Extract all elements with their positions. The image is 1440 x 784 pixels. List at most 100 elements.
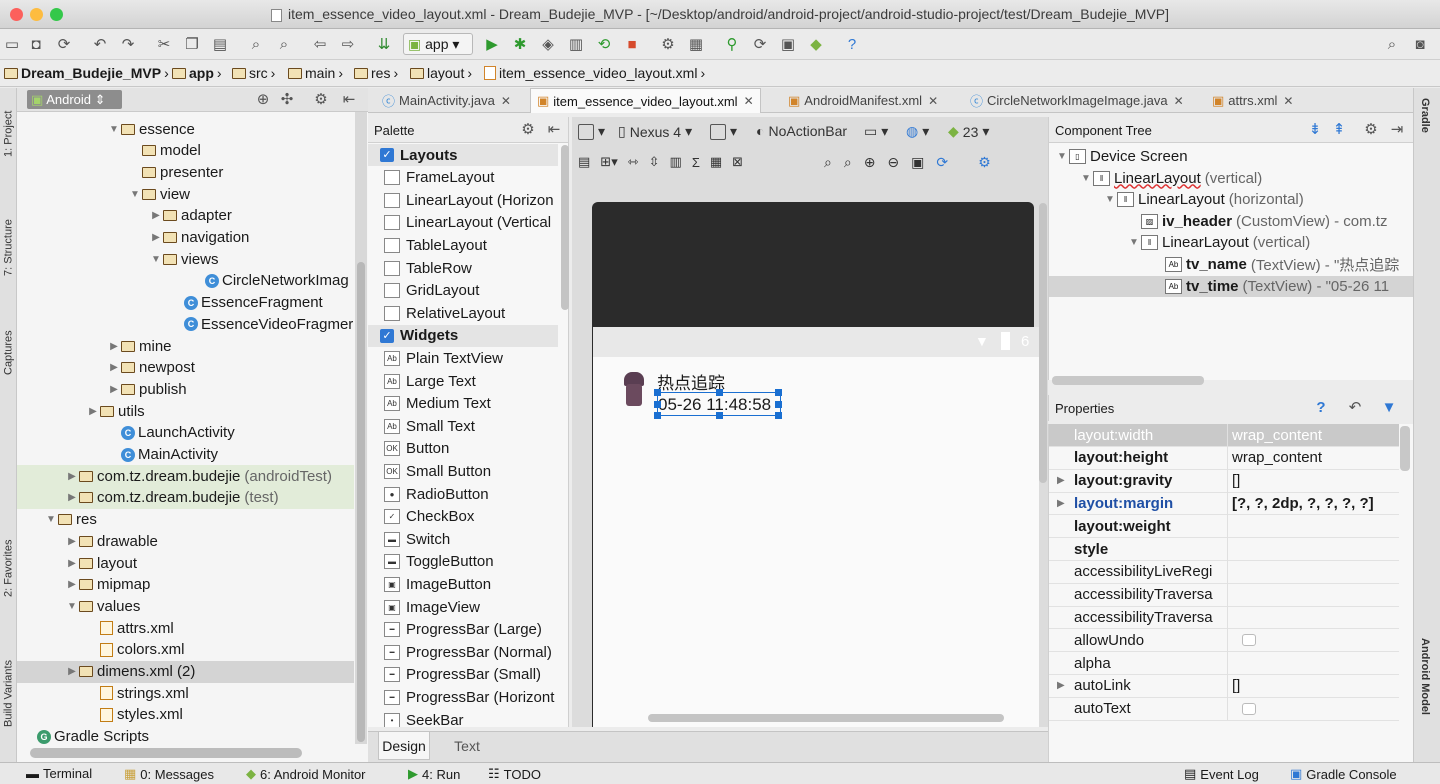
chevron-right-icon[interactable]: ▶ <box>65 471 79 482</box>
tree-item[interactable]: ▼ essence <box>17 118 354 140</box>
search-everywhere-icon[interactable]: ⌕ <box>1382 34 1402 54</box>
tree-item[interactable]: C EssenceVideoFragmer <box>17 313 354 335</box>
tree-item[interactable]: colors.xml <box>17 639 354 661</box>
palette-item[interactable]: ▣ ImageView <box>368 596 558 618</box>
property-value[interactable] <box>1227 697 1399 721</box>
run-icon[interactable]: ▶ <box>482 34 502 54</box>
tree-item[interactable]: ▶ mipmap <box>17 574 354 596</box>
property-value[interactable] <box>1227 537 1399 561</box>
tree-item[interactable]: model <box>17 140 354 162</box>
palette-item[interactable]: ━ ProgressBar (Horizont <box>368 686 558 708</box>
save-icon[interactable]: ◘ <box>26 34 46 54</box>
tree-item[interactable]: ▼ view <box>17 183 354 205</box>
avd-manager-icon[interactable]: ⚲ <box>722 34 742 54</box>
property-value[interactable] <box>1227 514 1399 538</box>
palette-item[interactable]: LinearLayout (Horizon <box>368 189 558 211</box>
paste-icon[interactable]: ▤ <box>210 34 230 54</box>
forward-icon[interactable]: ⇨ <box>338 34 358 54</box>
filter-icon[interactable]: ▼ <box>1379 397 1399 417</box>
property-value[interactable]: [?, ?, 2dp, ?, ?, ?, ?] <box>1227 491 1399 515</box>
chevron-right-icon[interactable]: ▶ <box>107 384 121 395</box>
chevron-right-icon[interactable]: ▶ <box>65 492 79 503</box>
tree-item[interactable]: C LaunchActivity <box>17 422 354 444</box>
zoom-in-icon[interactable]: ⊕ <box>864 154 876 171</box>
chevron-down-icon[interactable]: ▼ <box>44 514 58 525</box>
copy-icon[interactable]: ❐ <box>182 34 202 54</box>
event-log-button[interactable]: ▤ Event Log <box>1184 766 1259 782</box>
replace-icon[interactable]: ⌕ <box>274 34 294 54</box>
chevron-down-icon[interactable]: ▼ <box>1103 194 1117 205</box>
property-row[interactable]: ▶ layout:margin [?, ?, 2dp, ?, ?, ?, ?] <box>1049 491 1399 516</box>
tab-captures[interactable]: Captures <box>0 313 17 393</box>
run-button[interactable]: ▶ 4: Run <box>408 766 460 782</box>
breadcrumb-item-app[interactable]: app › <box>172 65 222 81</box>
palette-item[interactable]: TableLayout <box>368 234 558 256</box>
component-tree-node[interactable]: Ab tv_time (TextView) - "05-26 11 <box>1049 275 1413 297</box>
screenshot-icon[interactable]: ▣ <box>911 154 924 171</box>
cut-icon[interactable]: ✂ <box>154 34 174 54</box>
palette-item[interactable]: TableRow <box>368 257 558 279</box>
palette-item[interactable]: RelativeLayout <box>368 302 558 324</box>
tree-item[interactable]: ▶ navigation <box>17 227 354 249</box>
palette-group[interactable]: ✓ Layouts <box>368 144 558 166</box>
chevron-right-icon[interactable]: ▶ <box>65 666 79 677</box>
palette-item[interactable]: FrameLayout <box>368 167 558 189</box>
palette-item[interactable]: Ab Medium Text <box>368 393 558 415</box>
tree-item[interactable]: styles.xml <box>17 704 354 726</box>
resize-handle[interactable] <box>775 401 782 408</box>
layout-toggle-icon[interactable]: ▤ <box>578 154 590 170</box>
editor-tab[interactable]: ⓒ MainActivity.java ✕ <box>376 88 517 113</box>
editor-tab[interactable]: ⓒ CircleNetworkImageImage.java ✕ <box>964 88 1190 113</box>
canvas-vscrollbar[interactable] <box>1039 203 1047 483</box>
property-row[interactable]: ▶ layout:gravity [] <box>1049 469 1399 493</box>
preview-header-avatar[interactable] <box>621 372 647 412</box>
property-row[interactable]: layout:height wrap_content <box>1049 446 1399 470</box>
palette-scrollbar[interactable] <box>561 145 569 310</box>
tree-item[interactable]: ▶ com.tz.dream.budejie (androidTest) <box>17 465 354 488</box>
chevron-right-icon[interactable]: ▶ <box>65 536 79 547</box>
property-value[interactable]: [] <box>1227 674 1399 698</box>
property-value[interactable] <box>1227 583 1399 607</box>
chevron-right-icon[interactable]: ▶ <box>149 232 163 243</box>
palette-item[interactable]: ✓ CheckBox <box>368 506 558 528</box>
resize-handle[interactable] <box>654 412 661 419</box>
back-icon[interactable]: ⇦ <box>310 34 330 54</box>
tree-item[interactable]: C EssenceFragment <box>17 292 354 314</box>
palette-item[interactable]: GridLayout <box>368 280 558 302</box>
tab-project[interactable]: 1: Project <box>0 94 17 174</box>
tree-item[interactable]: attrs.xml <box>17 617 354 639</box>
component-tree-node[interactable]: ▼ ‖ LinearLayout (vertical) <box>1049 168 1262 189</box>
chevron-right-icon[interactable]: ▶ <box>1057 680 1065 691</box>
property-row[interactable]: accessibilityLiveRegi <box>1049 560 1399 584</box>
palette-item[interactable]: ━ ProgressBar (Small) <box>368 664 558 686</box>
settings-icon[interactable]: ⚙ <box>978 154 991 171</box>
tree-item[interactable]: ▶ publish <box>17 378 354 400</box>
palette-item[interactable]: OK Button <box>368 438 558 460</box>
tree-item[interactable]: ▶ mine <box>17 335 354 357</box>
tree-item[interactable]: ▶ newpost <box>17 357 354 379</box>
undo-icon[interactable]: ↶ <box>90 34 110 54</box>
terminal-button[interactable]: ▬ Terminal <box>26 766 92 781</box>
breadcrumb-item-project[interactable]: Dream_Budejie_MVP › <box>4 65 169 81</box>
zoom-fit-icon[interactable]: ⌕ <box>824 154 832 171</box>
tree-item[interactable]: ▶ drawable <box>17 530 354 552</box>
settings-gear-icon[interactable]: ⚙ <box>311 89 331 109</box>
property-value[interactable] <box>1227 628 1399 652</box>
tab-android-model[interactable]: Android Model <box>1419 638 1431 748</box>
properties-help-icon[interactable]: ? <box>1311 397 1331 417</box>
breadcrumb-item-layout[interactable]: layout › <box>410 65 472 81</box>
property-row[interactable]: layout:width wrap_content <box>1049 424 1399 447</box>
palette-item[interactable]: Ab Plain TextView <box>368 347 558 369</box>
tree-item[interactable]: ▶ dimens.xml (2) <box>17 660 354 683</box>
coverage-icon[interactable]: ▥ <box>566 34 586 54</box>
make-project-icon[interactable]: ⇊ <box>374 34 394 54</box>
api-select[interactable]: ◆ 23 ▾ <box>948 123 989 140</box>
stop-icon[interactable]: ■ <box>622 34 642 54</box>
component-tree-settings-icon[interactable]: ⚙ <box>1361 119 1381 139</box>
palette-settings-icon[interactable]: ⚙ <box>518 119 538 139</box>
canvas-hscrollbar[interactable] <box>648 714 1004 722</box>
user-icon[interactable]: ◙ <box>1410 34 1430 54</box>
palette-item[interactable]: OK Small Button <box>368 460 558 482</box>
tab-gradle[interactable]: Gradle <box>1419 98 1431 158</box>
tree-item[interactable]: ▼ values <box>17 595 354 617</box>
